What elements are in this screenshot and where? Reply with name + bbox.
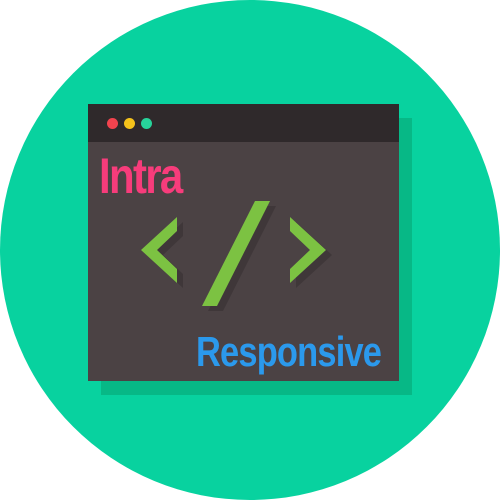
browser-window-illustration: Intra Responsive [88, 104, 399, 381]
app-subtitle: Responsive [196, 328, 382, 375]
code-brackets-foreground [141, 201, 326, 306]
app-icon: Intra Responsive [0, 0, 500, 500]
